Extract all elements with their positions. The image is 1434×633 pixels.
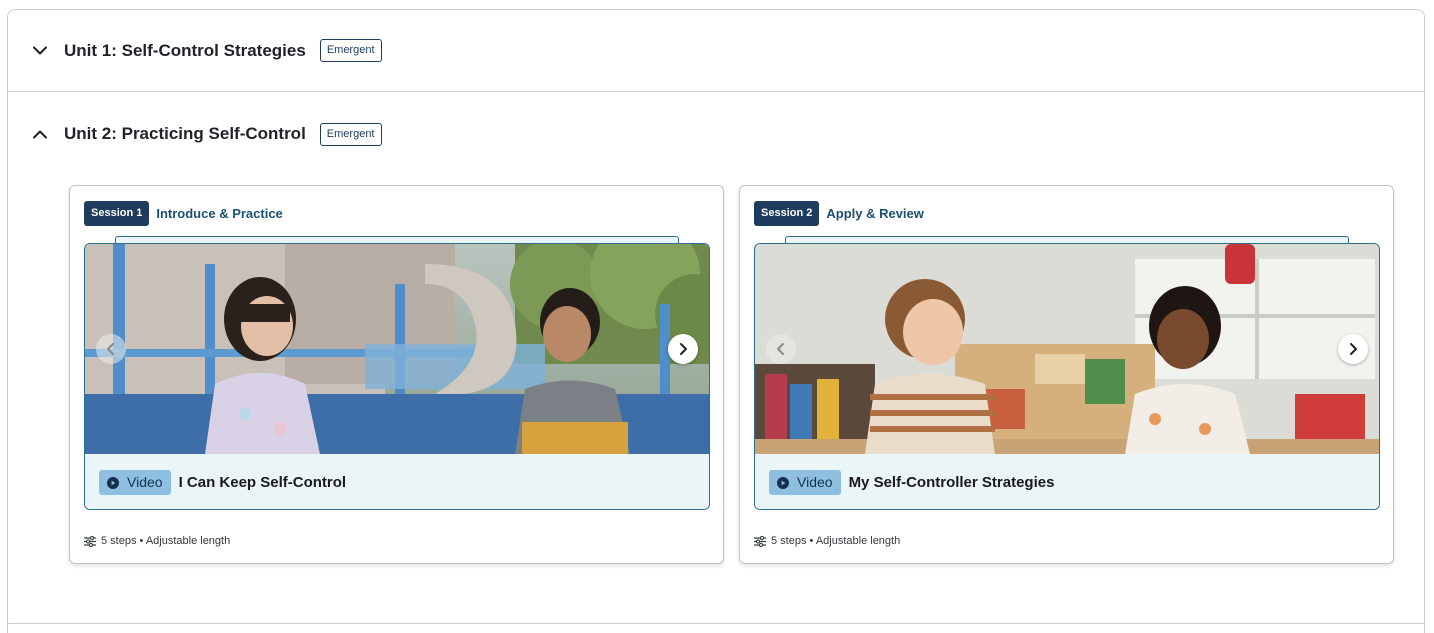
unit-1-title: Unit 1: Self-Control Strategies [64, 40, 306, 60]
video-thumbnail [85, 244, 709, 454]
level-badge: Emergent [319, 122, 382, 146]
unit-2-header[interactable]: Unit 2: Practicing Self-Control Emergent [8, 93, 1424, 175]
video-tag: Video [769, 470, 841, 495]
session-header: Session 1 Introduce & Practice [84, 201, 283, 226]
video-tag: Video [99, 470, 171, 495]
sliders-icon [84, 535, 96, 547]
video-card[interactable]: Video I Can Keep Self-Control [84, 243, 710, 510]
session-card-2: Session 2 Apply & Review Video My Self-C… [739, 185, 1394, 564]
chevron-left-icon[interactable] [96, 334, 126, 364]
video-card[interactable]: Video My Self-Controller Strategies [754, 243, 1380, 510]
session-meta-text: 5 steps • Adjustable length [771, 535, 901, 547]
session-meta-text: 5 steps • Adjustable length [101, 535, 231, 547]
chevron-up-icon [32, 126, 48, 142]
chevron-down-icon [32, 43, 48, 59]
page: Unit 1: Self-Control Strategies Emergent… [0, 0, 1434, 633]
play-icon [107, 476, 119, 489]
play-icon [777, 476, 789, 489]
session-number-pill: Session 2 [754, 201, 820, 226]
session-label: Introduce & Practice [156, 206, 283, 221]
session-meta: 5 steps • Adjustable length [754, 535, 900, 547]
unit-2-title: Unit 2: Practicing Self-Control [64, 124, 306, 143]
video-title: My Self-Controller Strategies [848, 474, 1055, 491]
media-type-label: Video [797, 474, 833, 490]
sliders-icon [754, 535, 766, 547]
video-thumbnail [755, 244, 1379, 454]
session-header: Session 2 Apply & Review [754, 201, 924, 226]
video-footer: Video I Can Keep Self-Control [85, 454, 709, 509]
level-badge: Emergent [319, 39, 382, 62]
video-footer: Video My Self-Controller Strategies [755, 454, 1379, 509]
unit-1-header[interactable]: Unit 1: Self-Control Strategies Emergent [8, 10, 1424, 92]
chevron-right-icon[interactable] [668, 334, 698, 364]
session-meta: 5 steps • Adjustable length [84, 535, 230, 547]
video-title: I Can Keep Self-Control [178, 474, 347, 491]
chevron-left-icon[interactable] [766, 334, 796, 364]
unit-divider [8, 623, 1424, 624]
session-label: Apply & Review [826, 206, 924, 221]
media-type-label: Video [127, 474, 163, 490]
session-card-1: Session 1 Introduce & Practice Video I C… [69, 185, 724, 564]
session-number-pill: Session 1 [84, 201, 150, 226]
units-accordion: Unit 1: Self-Control Strategies Emergent… [7, 9, 1425, 633]
chevron-right-icon[interactable] [1338, 334, 1368, 364]
